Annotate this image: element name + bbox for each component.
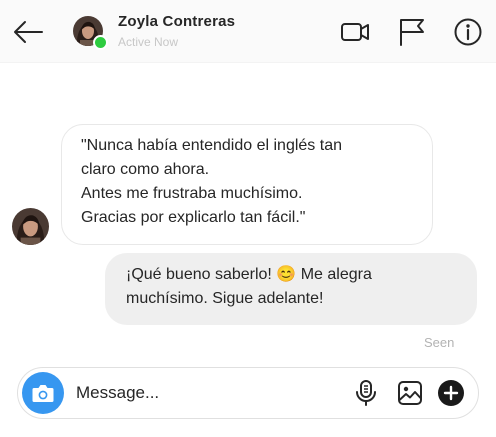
message-text: Me alegra bbox=[300, 266, 372, 283]
voice-message-button[interactable] bbox=[352, 379, 380, 407]
chat-header: Zoyla Contreras Active Now bbox=[0, 0, 496, 63]
camera-icon bbox=[32, 385, 54, 402]
plus-icon bbox=[438, 380, 464, 406]
sender-avatar[interactable] bbox=[12, 208, 49, 245]
info-icon bbox=[454, 18, 482, 46]
smiling-face-emoji-icon: 😊 bbox=[276, 266, 297, 283]
camera-button[interactable] bbox=[22, 372, 64, 414]
gallery-icon bbox=[398, 381, 422, 405]
video-call-button[interactable] bbox=[340, 17, 370, 47]
message-line: Gracias por explicarlo tan fácil." bbox=[81, 209, 306, 226]
online-status-dot bbox=[93, 35, 108, 50]
video-call-icon bbox=[341, 23, 369, 41]
incoming-message-bubble[interactable]: "Nunca había entendido el inglés tan cla… bbox=[61, 124, 433, 245]
message-line: "Nunca había entendido el inglés tan bbox=[81, 137, 342, 154]
outgoing-message-bubble[interactable]: ¡Qué bueno saberlo! 😊 Me alegra muchísim… bbox=[105, 253, 477, 325]
microphone-icon bbox=[356, 380, 376, 406]
seen-receipt: Seen bbox=[424, 335, 455, 350]
message-line: Antes me frustraba muchísimo. bbox=[81, 185, 303, 202]
message-line: muchísimo. Sigue adelante! bbox=[126, 290, 324, 307]
conversation-info-button[interactable] bbox=[453, 17, 483, 47]
message-input[interactable] bbox=[76, 380, 346, 406]
message-line: claro como ahora. bbox=[81, 161, 210, 178]
flag-icon bbox=[400, 19, 424, 46]
report-flag-button[interactable] bbox=[397, 17, 427, 47]
back-button[interactable] bbox=[12, 18, 44, 46]
message-composer bbox=[17, 367, 479, 419]
contact-name[interactable]: Zoyla Contreras bbox=[118, 13, 235, 30]
gallery-button[interactable] bbox=[396, 379, 424, 407]
more-options-button[interactable] bbox=[437, 379, 465, 407]
message-line: ¡Qué bueno saberlo! 😊 Me alegra bbox=[126, 263, 457, 287]
back-arrow-icon bbox=[14, 21, 43, 43]
active-status: Active Now bbox=[118, 35, 179, 49]
message-text: ¡Qué bueno saberlo! bbox=[126, 266, 272, 283]
